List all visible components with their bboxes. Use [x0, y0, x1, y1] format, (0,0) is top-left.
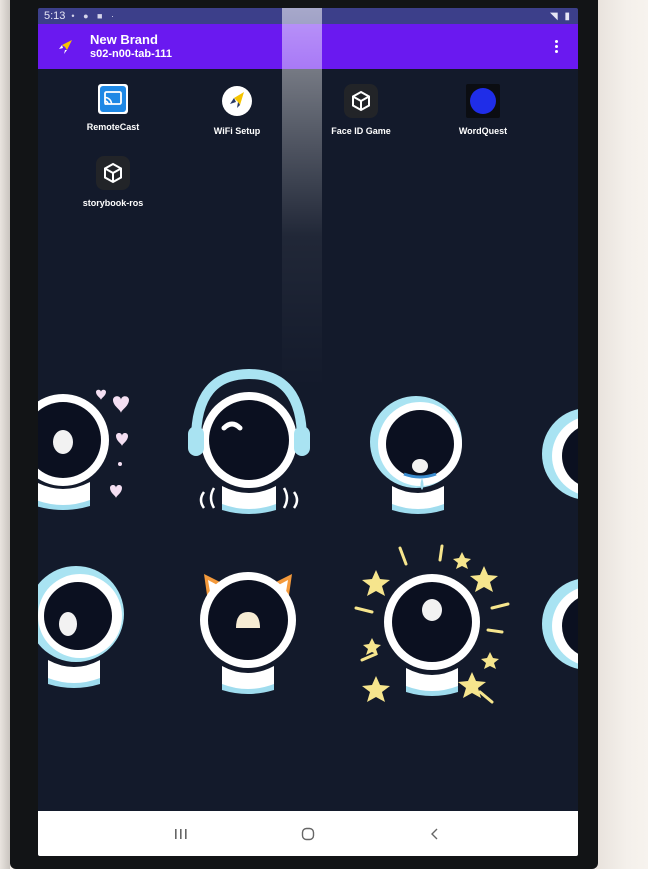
- app-label: RemoteCast: [86, 122, 140, 132]
- rocket-icon: [54, 36, 76, 58]
- blue-circle-icon: [466, 84, 500, 118]
- unity-icon: [344, 84, 378, 118]
- unity-icon: [96, 156, 130, 190]
- back-icon[interactable]: [415, 819, 455, 849]
- recents-icon[interactable]: [161, 819, 201, 849]
- app-wifi-setup[interactable]: WiFi Setup: [182, 84, 292, 146]
- photo-background-left: [0, 0, 10, 869]
- notification-icons: • ● ■ ·: [71, 11, 117, 21]
- robot-peek-left-icon: [38, 566, 124, 688]
- rocket-icon: [220, 84, 254, 118]
- app-label: Face ID Game: [331, 126, 391, 136]
- app-label: storybook-ros: [82, 198, 144, 208]
- device-id: s02-n00-tab-111: [90, 47, 172, 60]
- robot-hearts-icon: [38, 389, 129, 510]
- photo-background-right: [596, 0, 648, 869]
- app-title: New Brand: [90, 31, 158, 47]
- robot-crying-icon: [370, 396, 462, 514]
- robot-peek-right-icon: [542, 409, 578, 499]
- more-vert-icon[interactable]: [546, 32, 566, 62]
- robot-stars-icon: [354, 544, 510, 704]
- app-wordquest[interactable]: WordQuest: [428, 84, 538, 146]
- cast-icon: [98, 84, 128, 114]
- robot-headphones-icon: [188, 368, 310, 514]
- wifi-battery-icons: ◥ ▮: [550, 10, 572, 22]
- tablet-frame: 5:13 • ● ■ · ◥ ▮ New Brand s02-n00-tab-1…: [10, 0, 598, 869]
- app-remotecast[interactable]: RemoteCast: [58, 84, 168, 146]
- app-label: WordQuest: [458, 126, 508, 136]
- navigation-bar: [38, 811, 578, 856]
- robot-cat-ears-icon: [200, 572, 296, 694]
- app-bar: New Brand s02-n00-tab-111: [38, 24, 578, 69]
- app-title-group: New Brand s02-n00-tab-111: [90, 31, 172, 61]
- app-face-id-game[interactable]: Face ID Game: [306, 84, 416, 146]
- status-bar: 5:13 • ● ■ · ◥ ▮: [38, 8, 578, 24]
- app-storybook-ros[interactable]: storybook-ros: [58, 156, 168, 218]
- home-icon[interactable]: [288, 819, 328, 849]
- robot-peek-right-icon: [542, 579, 578, 669]
- status-time: 5:13: [44, 10, 66, 22]
- tablet-screen: 5:13 • ● ■ · ◥ ▮ New Brand s02-n00-tab-1…: [38, 8, 578, 856]
- app-label: WiFi Setup: [213, 126, 261, 136]
